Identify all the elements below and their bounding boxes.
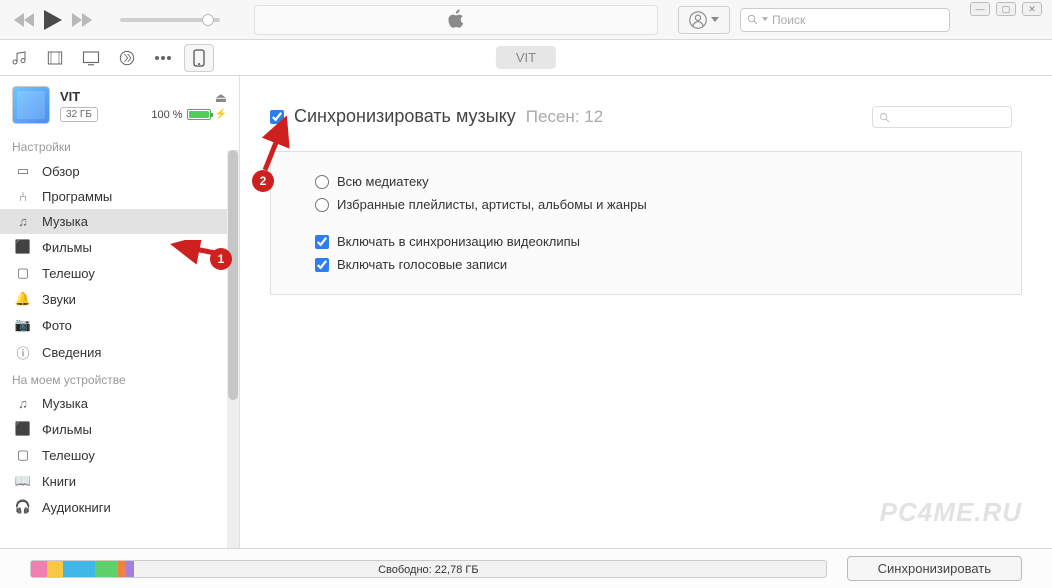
sidebar-item-tones[interactable]: 🔔Звуки	[0, 286, 239, 312]
storage-segment	[95, 561, 119, 577]
watermark: PC4ME.RU	[880, 497, 1022, 528]
main-panel: Синхронизировать музыку Песен: 12 Всю ме…	[240, 76, 1052, 548]
device-thumbnail	[12, 86, 50, 124]
sidebar-item-overview[interactable]: ▭Обзор	[0, 158, 239, 184]
sidebar-ondevice-music[interactable]: ♫Музыка	[0, 391, 239, 416]
charging-icon: ⚡	[215, 109, 227, 120]
nav-center: VIT	[496, 46, 556, 69]
sidebar-scrollbar[interactable]	[227, 150, 239, 548]
volume-slider[interactable]	[120, 18, 220, 22]
play-button[interactable]	[44, 10, 62, 30]
chevron-down-icon	[762, 17, 768, 22]
search-icon	[747, 14, 758, 25]
music-icon: ♫	[14, 214, 32, 229]
device-button[interactable]	[184, 44, 214, 72]
music-tab-icon[interactable]	[8, 47, 30, 69]
apps-icon: ⑃	[14, 189, 32, 204]
lcd-display	[254, 5, 658, 35]
sidebar-item-music[interactable]: ♫Музыка	[0, 209, 239, 234]
search-input[interactable]: Поиск	[740, 8, 950, 32]
device-capacity: 32 ГБ	[60, 107, 98, 122]
library-tabs	[8, 47, 174, 69]
sidebar-item-photos[interactable]: 📷Фото	[0, 312, 239, 338]
music-icon: ♫	[14, 396, 32, 411]
storage-segment	[126, 561, 134, 577]
content-area: VIT 32 ГБ ⏏ 100 % ⚡ Настройки ▭Обзор ⑃Пр…	[0, 76, 1052, 548]
sidebar-section-ondevice: На моем устройстве	[0, 367, 239, 391]
sidebar-ondevice-books[interactable]: 📖Книги	[0, 468, 239, 494]
check-include-videos[interactable]: Включать в синхронизацию видеоклипы	[295, 230, 997, 253]
apps-tab-icon[interactable]	[116, 47, 138, 69]
minimize-button[interactable]: —	[970, 2, 990, 16]
sidebar-item-tvshows[interactable]: ▢Телешоу	[0, 260, 239, 286]
sync-options-box: Всю медиатеку Избранные плейлисты, артис…	[270, 151, 1022, 295]
user-icon	[689, 11, 707, 29]
account-button[interactable]	[678, 6, 730, 34]
storage-segment	[118, 561, 126, 577]
film-icon: ⬛	[14, 239, 32, 255]
bottom-bar: Свободно: 22,78 ГБ Синхронизировать	[0, 548, 1052, 588]
storage-free-label: Свободно: 22,78 ГБ	[378, 561, 478, 578]
battery-icon	[187, 109, 211, 120]
song-count: Песен: 12	[526, 107, 603, 127]
audiobook-icon: 🎧	[14, 499, 32, 515]
search-placeholder: Поиск	[772, 13, 805, 27]
device-name: VIT	[60, 89, 141, 104]
sidebar-section-settings: Настройки	[0, 134, 239, 158]
phone-icon	[193, 49, 205, 67]
battery-percent: 100 %	[151, 109, 182, 121]
sync-music-checkbox[interactable]	[270, 110, 284, 124]
storage-segment	[31, 561, 47, 577]
info-icon: ⓘ	[14, 343, 32, 362]
sidebar-ondevice-tvshows[interactable]: ▢Телешоу	[0, 442, 239, 468]
tv-icon: ▢	[14, 447, 32, 463]
device-name-pill[interactable]: VIT	[496, 46, 556, 69]
book-icon: 📖	[14, 473, 32, 489]
radio-entire-library[interactable]: Всю медиатеку	[295, 170, 997, 193]
storage-segment	[47, 561, 63, 577]
next-button[interactable]	[72, 13, 92, 27]
storage-bar[interactable]: Свободно: 22,78 ГБ	[30, 560, 827, 578]
previous-button[interactable]	[14, 13, 34, 27]
more-tab-icon[interactable]	[152, 47, 174, 69]
panel-search-input[interactable]	[872, 106, 1012, 128]
sidebar-item-movies[interactable]: ⬛Фильмы	[0, 234, 239, 260]
sync-music-title: Синхронизировать музыку	[294, 106, 516, 127]
check-include-voice[interactable]: Включать голосовые записи	[295, 253, 997, 276]
tv-icon: ▢	[14, 265, 32, 281]
storage-segment	[63, 561, 95, 577]
film-icon: ⬛	[14, 421, 32, 437]
window-controls: — ▢ ✕	[960, 2, 1052, 16]
close-button[interactable]: ✕	[1022, 2, 1042, 16]
sidebar-ondevice-audiobooks[interactable]: 🎧Аудиокниги	[0, 494, 239, 520]
sidebar-ondevice-movies[interactable]: ⬛Фильмы	[0, 416, 239, 442]
radio-selected-items[interactable]: Избранные плейлисты, артисты, альбомы и …	[295, 193, 997, 216]
phone-icon: ▭	[14, 163, 32, 179]
top-bar: Поиск — ▢ ✕	[0, 0, 1052, 40]
tv-tab-icon[interactable]	[80, 47, 102, 69]
device-header: VIT 32 ГБ ⏏ 100 % ⚡	[0, 76, 239, 134]
bell-icon: 🔔	[14, 291, 32, 307]
maximize-button[interactable]: ▢	[996, 2, 1016, 16]
chevron-down-icon	[711, 17, 719, 23]
sidebar: VIT 32 ГБ ⏏ 100 % ⚡ Настройки ▭Обзор ⑃Пр…	[0, 76, 240, 548]
apple-logo-icon	[446, 9, 466, 31]
sync-button[interactable]: Синхронизировать	[847, 556, 1022, 581]
camera-icon: 📷	[14, 317, 32, 333]
movies-tab-icon[interactable]	[44, 47, 66, 69]
sidebar-item-info[interactable]: ⓘСведения	[0, 338, 239, 367]
search-icon	[879, 112, 890, 123]
playback-controls	[0, 10, 234, 30]
nav-bar: VIT	[0, 40, 1052, 76]
eject-button[interactable]: ⏏	[151, 90, 227, 106]
sidebar-item-apps[interactable]: ⑃Программы	[0, 184, 239, 209]
